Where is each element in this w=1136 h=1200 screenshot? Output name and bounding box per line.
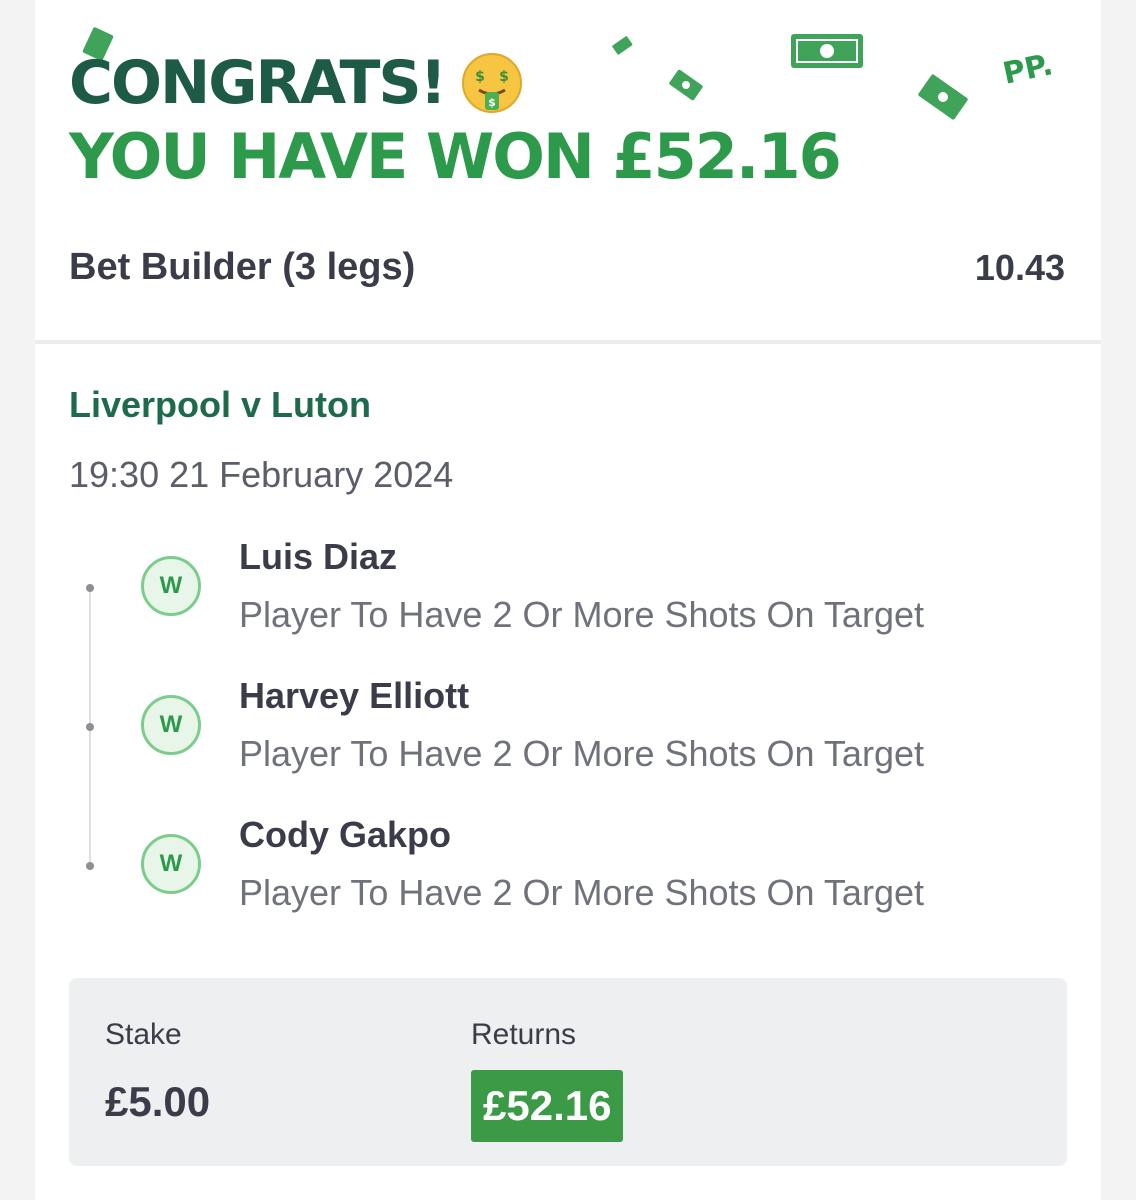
- banknote-icon: [612, 36, 633, 55]
- leg-player-name: Harvey Elliott: [239, 675, 470, 716]
- stake-label: Stake: [105, 1018, 182, 1051]
- section-divider: [35, 340, 1101, 344]
- bet-leg: W Luis Diaz Player To Have 2 Or More Sho…: [141, 536, 1081, 656]
- stake-returns-panel: Stake £5.00 Returns £52.16: [69, 978, 1067, 1166]
- win-badge-icon: W: [141, 556, 201, 616]
- paddy-power-logo: PP.: [999, 47, 1056, 92]
- svg-text:$: $: [475, 69, 485, 85]
- banknote-icon: [918, 74, 968, 120]
- event-datetime: 19:30 21 February 2024: [69, 454, 454, 495]
- money-mouth-face-icon: $ $ $: [461, 53, 522, 113]
- returns-value: £52.16: [471, 1070, 624, 1142]
- bet-leg: W Cody Gakpo Player To Have 2 Or More Sh…: [141, 814, 1081, 934]
- svg-text:$: $: [488, 96, 496, 109]
- leg-market: Player To Have 2 Or More Shots On Target: [239, 733, 924, 774]
- winnings-heading: YOU HAVE WON £52.16: [69, 120, 842, 193]
- event-name[interactable]: Liverpool v Luton: [69, 384, 371, 426]
- win-badge-icon: W: [141, 695, 201, 755]
- stake-value: £5.00: [105, 1078, 211, 1125]
- congrats-heading: CONGRATS!: [69, 48, 447, 118]
- bet-odds: 10.43: [974, 246, 1065, 288]
- win-badge-icon: W: [141, 834, 201, 894]
- banknote-icon: [669, 69, 703, 101]
- banknote-icon: [791, 34, 863, 68]
- returns-label: Returns: [471, 1018, 577, 1051]
- leg-player-name: Cody Gakpo: [239, 814, 452, 855]
- leg-market: Player To Have 2 Or More Shots On Target: [239, 594, 924, 635]
- svg-text:$: $: [499, 69, 509, 85]
- bet-receipt-card: PP. CONGRATS! $ $ $ YOU HAVE WON £52.16 …: [35, 0, 1101, 1200]
- timeline-dot: [86, 862, 94, 870]
- timeline-dot: [86, 584, 94, 592]
- bet-summary-row: Bet Builder (3 legs) 10.43: [69, 246, 1065, 289]
- bet-type-title: Bet Builder (3 legs): [69, 246, 416, 288]
- leg-market: Player To Have 2 Or More Shots On Target: [239, 872, 924, 913]
- win-banner: PP. CONGRATS! $ $ $ YOU HAVE WON £52.16 …: [35, 0, 1101, 342]
- timeline-dot: [86, 723, 94, 731]
- leg-player-name: Luis Diaz: [239, 536, 398, 577]
- bet-leg: W Harvey Elliott Player To Have 2 Or Mor…: [141, 675, 1081, 795]
